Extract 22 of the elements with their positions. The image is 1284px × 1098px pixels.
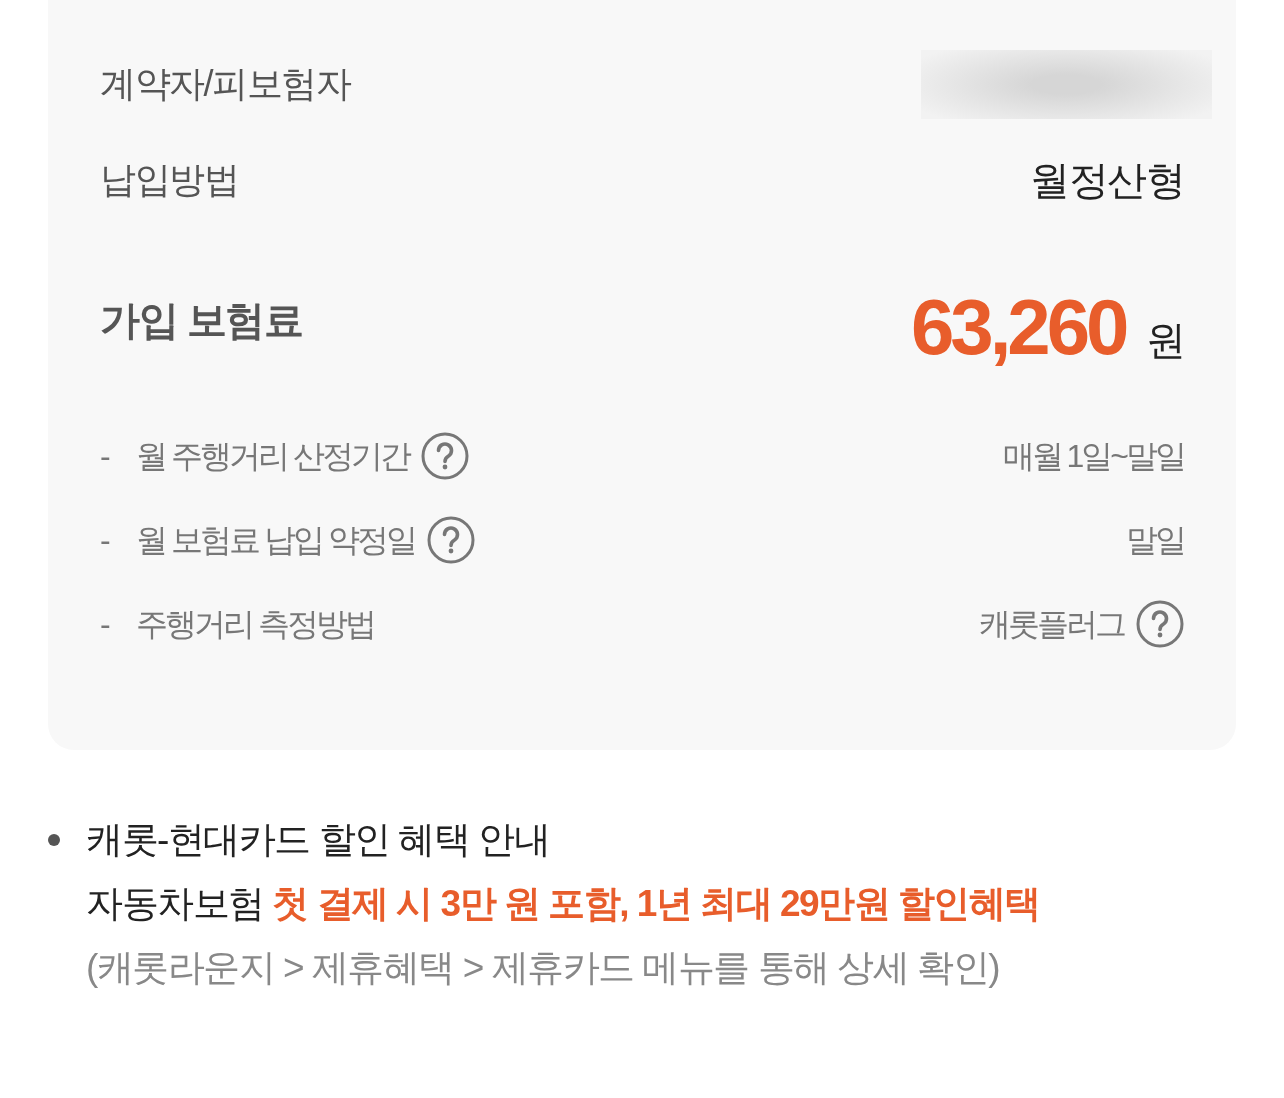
detail-label: 주행거리 측정방법 xyxy=(136,605,374,644)
list-dash: - xyxy=(100,437,111,476)
notice-title: 캐롯-현대카드 할인 혜택 안내 xyxy=(86,818,551,862)
help-icon[interactable] xyxy=(426,516,475,564)
list-dash: - xyxy=(100,605,111,644)
detail-value: 말일 xyxy=(1126,521,1184,560)
list-dash: - xyxy=(100,521,111,560)
premium-amount: 63,260 xyxy=(910,282,1126,372)
benefit-text: 자동차보험 첫 결제 시 3만 원 포함, 1년 최대 29만원 할인혜택 xyxy=(86,882,1040,926)
help-icon[interactable] xyxy=(420,432,469,480)
row-value: 월정산형 xyxy=(1030,157,1184,204)
help-icon[interactable] xyxy=(1136,600,1184,648)
bullet-icon xyxy=(48,834,60,846)
detail-label: 월 주행거리 산정기간 xyxy=(136,437,409,476)
menu-path-note: (캐롯라운지 > 제휴혜택 > 제휴카드 메뉴를 통해 상세 확인) xyxy=(86,946,1001,990)
premium-label: 가입 보험료 xyxy=(100,297,303,344)
row-label: 납입방법 xyxy=(100,158,238,202)
row-label: 계약자/피보험자 xyxy=(100,62,350,106)
detail-value: 매월 1일~말일 xyxy=(1002,437,1184,476)
detail-label: 월 보험료 납입 약정일 xyxy=(136,521,415,560)
currency-unit: 원 xyxy=(1145,317,1184,364)
detail-value: 캐롯플러그 xyxy=(979,605,1124,644)
